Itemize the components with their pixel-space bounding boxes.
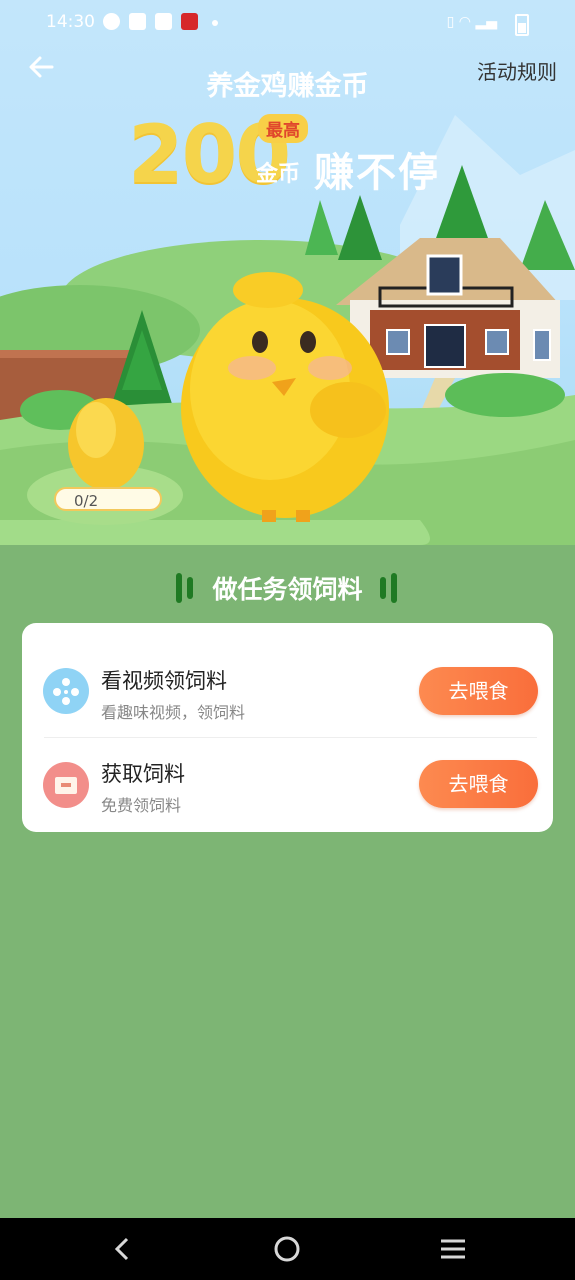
section-title: 做任务领饲料 [212,575,363,604]
more-notifications-dot [212,20,218,26]
film-reel-icon [43,668,89,714]
chick-character[interactable] [180,280,395,520]
task-name: 看视频领饲料 [101,669,227,693]
slogan: 赚不停 [314,150,440,196]
nav-back-icon[interactable] [108,1234,138,1264]
task-name: 获取饲料 [101,762,185,786]
coin-unit: 金币 [256,162,301,187]
nav-menu-icon[interactable] [438,1234,468,1264]
task-card: 看视频领饲料 看趣味视频，领饲料 去喂食 获取饲料 免费领饲料 去喂食 [22,623,553,832]
status-time: 14:30 [46,12,95,32]
signal-wifi-icons: ▯ ◠ ▂▄ [446,14,497,30]
farm-scene: 14:30 ▯ ◠ ▂▄ 养金鸡赚金币 活动规则 200 最高 金币 赚不停 0… [0,0,575,545]
shopping-bag-icon [155,13,172,30]
go-feed-button[interactable]: 去喂食 [419,760,538,808]
check-circle-icon [103,13,120,30]
task-item: 看视频领饲料 看趣味视频，领饲料 去喂食 [22,645,553,739]
nav-home-icon[interactable] [272,1234,302,1264]
section-title-deco-right [380,573,400,605]
max-badge: 最高 [258,114,308,143]
app-notification-icon [181,13,198,30]
feed-box-icon [43,762,89,808]
shopping-bag-icon [129,13,146,30]
battery-icon [515,14,529,36]
golden-egg[interactable] [66,398,146,490]
task-item: 获取饲料 免费领饲料 去喂食 [22,738,553,832]
task-description: 看趣味视频，领饲料 [101,703,246,722]
activity-rules-link[interactable]: 活动规则 [477,56,557,85]
egg-progress: 0/2 [54,487,162,511]
task-description: 免费领饲料 [101,796,182,815]
status-bar: 14:30 ▯ ◠ ▂▄ [0,0,575,46]
system-nav-bar [0,1218,575,1280]
go-feed-button[interactable]: 去喂食 [419,667,538,715]
